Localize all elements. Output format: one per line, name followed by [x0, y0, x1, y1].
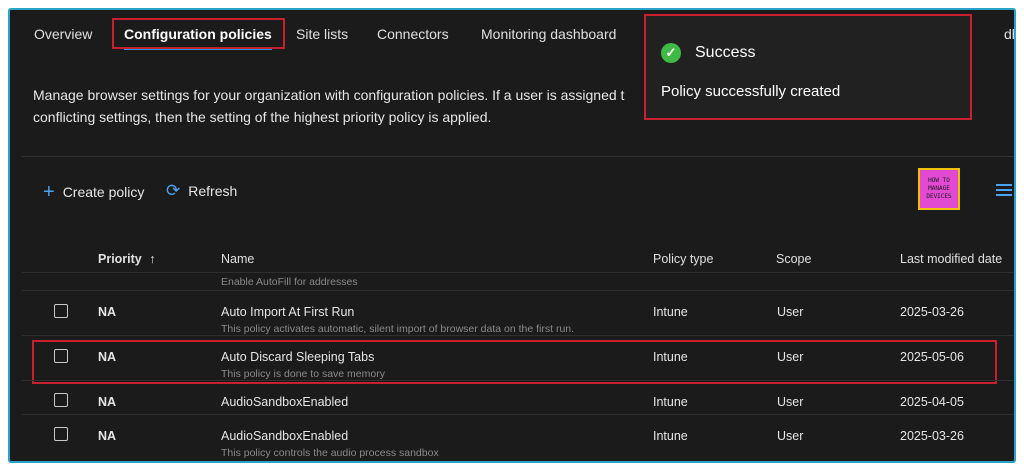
header-policy-type[interactable]: Policy type — [653, 252, 713, 266]
plus-icon: + — [43, 181, 55, 203]
row-priority: NA — [98, 350, 117, 364]
row-name[interactable]: AudioSandboxEnabled — [221, 395, 348, 409]
header-name[interactable]: Name — [221, 252, 254, 266]
table-row[interactable]: NA Auto Import At First Run This policy … — [22, 290, 1014, 336]
header-scope[interactable]: Scope — [776, 252, 811, 266]
description-line-2: conflicting settings, then the setting o… — [33, 109, 492, 125]
row-policy-type: Intune — [653, 429, 688, 443]
header-last-modified[interactable]: Last modified date — [900, 252, 1002, 266]
table-row[interactable]: NA Auto Discard Sleeping Tabs This polic… — [22, 335, 1014, 381]
row-priority: NA — [98, 305, 117, 319]
create-policy-button[interactable]: + Create policy — [43, 182, 144, 202]
row-scope: User — [777, 350, 804, 364]
tab-configuration-policies[interactable]: Configuration policies — [124, 26, 272, 50]
row-description: This policy controls the audio process s… — [221, 447, 439, 459]
row-checkbox[interactable] — [54, 393, 68, 407]
row-scope: User — [777, 429, 804, 443]
app-frame: Overview Configuration policies Site lis… — [8, 8, 1016, 463]
tab-connectors[interactable]: Connectors — [377, 26, 449, 42]
row-checkbox[interactable] — [54, 304, 68, 318]
row-checkbox[interactable] — [54, 427, 68, 441]
tab-overview[interactable]: Overview — [34, 26, 92, 42]
table-row[interactable]: NA AudioSandboxEnabled This policy contr… — [22, 414, 1014, 460]
row-priority: NA — [98, 429, 117, 443]
tab-site-lists[interactable]: Site lists — [296, 26, 348, 42]
success-toast: ✓ Success Policy successfully created — [644, 14, 972, 120]
row-checkbox[interactable] — [54, 349, 68, 363]
row-scope: User — [777, 395, 804, 409]
header-priority[interactable]: Priority ↑ — [98, 252, 156, 266]
row-last-modified: 2025-03-26 — [900, 305, 964, 319]
how-to-manage-devices-logo: HOW TO MANAGE DEVICES — [918, 168, 960, 210]
row-policy-type: Intune — [653, 395, 688, 409]
create-policy-label: Create policy — [62, 184, 145, 200]
tab-monitoring-dashboard[interactable]: Monitoring dashboard — [481, 26, 616, 42]
toast-title: Success — [695, 44, 756, 61]
section-divider — [22, 156, 1014, 157]
row-last-modified: 2025-05-06 — [900, 350, 964, 364]
row-policy-type: Intune — [653, 305, 688, 319]
list-view-icon[interactable] — [996, 184, 1012, 199]
row-description: This policy is done to save memory — [221, 368, 385, 380]
row-description: This policy activates automatic, silent … — [221, 323, 575, 335]
check-circle-icon: ✓ — [661, 43, 681, 63]
row-name[interactable]: Auto Discard Sleeping Tabs — [221, 350, 374, 364]
row-priority: NA — [98, 395, 117, 409]
row-last-modified: 2025-04-05 — [900, 395, 964, 409]
page-description: Manage browser settings for your organiz… — [33, 84, 633, 128]
row-last-modified: 2025-03-26 — [900, 429, 964, 443]
toast-message: Policy successfully created — [661, 83, 841, 100]
partial-row: Enable AutoFill for addresses — [22, 272, 1014, 291]
sort-ascending-icon: ↑ — [149, 252, 156, 266]
row-scope: User — [777, 305, 804, 319]
row-policy-type: Intune — [653, 350, 688, 364]
row-name[interactable]: AudioSandboxEnabled — [221, 429, 348, 443]
refresh-button[interactable]: ⟳ Refresh — [166, 182, 237, 199]
refresh-icon: ⟳ — [166, 181, 181, 200]
refresh-label: Refresh — [188, 182, 238, 199]
description-line-1: Manage browser settings for your organiz… — [33, 87, 625, 103]
tab-truncated[interactable]: db — [1004, 26, 1014, 42]
row-name[interactable]: Auto Import At First Run — [221, 305, 354, 319]
